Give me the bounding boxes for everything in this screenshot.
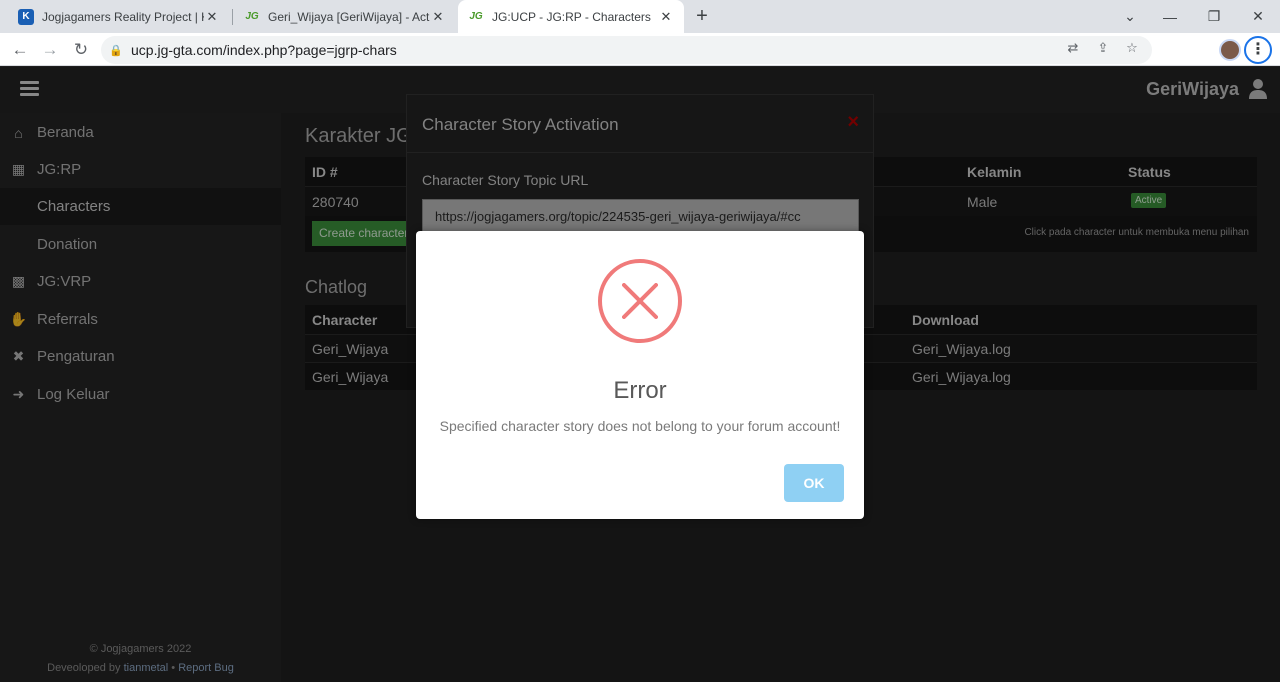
browser-tab-jogjagamers[interactable]: K Jogjagamers Reality Project | KAS ✕ — [8, 0, 230, 33]
profile-avatar[interactable] — [1219, 39, 1241, 61]
translate-icon[interactable]: ⇄ — [1064, 39, 1082, 57]
error-message: Specified character story does not belon… — [439, 418, 841, 434]
kaskus-favicon-icon: K — [18, 8, 34, 25]
forward-button[interactable]: → — [37, 37, 63, 63]
address-url[interactable]: ucp.jg-gta.com/index.php?page=jgrp-chars — [131, 42, 397, 58]
tab-title: Geri_Wijaya [GeriWijaya] - Active — [268, 9, 430, 24]
reload-button[interactable]: ↻ — [68, 37, 94, 63]
lock-icon[interactable]: 🔒 — [101, 44, 131, 57]
tab-title: Jogjagamers Reality Project | KAS — [42, 9, 204, 24]
close-tab-icon[interactable]: ✕ — [204, 9, 220, 25]
new-tab-button[interactable]: + — [691, 4, 713, 28]
browser-tab-geri-wijaya[interactable]: JG Geri_Wijaya [GeriWijaya] - Active ✕ — [234, 0, 456, 33]
error-x-icon — [598, 259, 682, 343]
browser-toolbar: ← → ↻ 🔒 ucp.jg-gta.com/index.php?page=jg… — [0, 33, 1280, 90]
browser-menu-icon[interactable]: ⋮ — [1244, 36, 1272, 64]
browser-tab-characters[interactable]: JG JG:UCP - JG:RP - Characters ✕ — [458, 0, 684, 33]
restore-button[interactable]: ❐ — [1192, 0, 1236, 33]
browser-tab-bar: K Jogjagamers Reality Project | KAS ✕ JG… — [0, 0, 1280, 33]
jg-favicon-icon: JG — [469, 11, 483, 22]
close-tab-icon[interactable]: ✕ — [430, 9, 446, 25]
close-tab-icon[interactable]: ✕ — [658, 9, 674, 25]
share-icon[interactable]: ⇪ — [1094, 39, 1112, 57]
jg-favicon-icon: JG — [245, 11, 259, 22]
tab-search-chevron-icon[interactable]: ⌄ — [1108, 0, 1152, 33]
address-bar[interactable]: 🔒 ucp.jg-gta.com/index.php?page=jgrp-cha… — [101, 36, 1152, 64]
tab-title: JG:UCP - JG:RP - Characters — [492, 9, 651, 24]
back-button[interactable]: ← — [7, 37, 33, 63]
bookmark-star-icon[interactable]: ☆ — [1123, 39, 1141, 57]
error-title: Error — [613, 377, 667, 404]
error-dialog: Error Specified character story does not… — [416, 231, 864, 519]
ok-button[interactable]: OK — [784, 464, 844, 502]
close-window-button[interactable]: ✕ — [1236, 0, 1280, 33]
tab-divider — [232, 9, 233, 25]
minimize-button[interactable]: — — [1148, 0, 1192, 33]
